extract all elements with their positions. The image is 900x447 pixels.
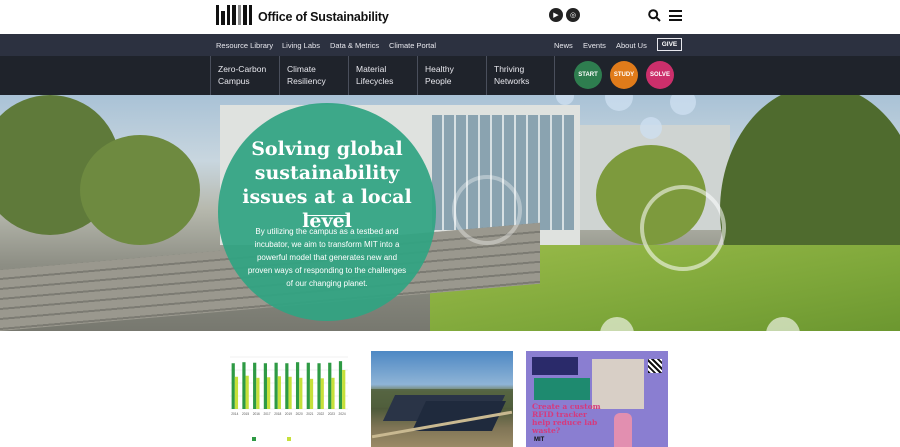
chart-tick-label: 2022 — [317, 412, 324, 416]
chart-bar — [274, 362, 278, 409]
chart-bar — [245, 375, 249, 409]
theme-zero-carbon-campus[interactable]: Zero-Carbon Campus — [210, 56, 279, 95]
search-icon[interactable] — [648, 9, 661, 22]
chart-bar — [263, 363, 268, 409]
chart-bar — [299, 377, 303, 409]
mit-footer-logo: MIT — [534, 437, 545, 443]
qr-code — [648, 359, 662, 373]
chart-bar — [309, 378, 314, 409]
theme-material-lifecycles[interactable]: Material Lifecycles — [348, 56, 417, 95]
chart-tick-label: 2014 — [231, 412, 238, 416]
chart-tick-label: 2020 — [296, 412, 303, 416]
theme-thriving-networks[interactable]: Thriving Networks — [486, 56, 555, 95]
nav-living-labs[interactable]: Living Labs — [282, 41, 320, 50]
emissions-bar-chart: 2014 2015 2016 2017 2018 2019 2020 2021 2022 2023… — [230, 356, 348, 416]
theme-label: Lifecycles — [356, 76, 394, 86]
study-button[interactable]: STUDY — [610, 61, 638, 89]
promo-header — [532, 357, 578, 375]
site-title: Office of Sustainability — [258, 10, 389, 24]
chart-tick-label: 2017 — [263, 412, 270, 416]
hero-message-circle: Solving global sustainability issues at … — [218, 103, 436, 321]
nav-climate-portal[interactable]: Climate Portal — [389, 41, 436, 50]
chart-bar — [320, 378, 324, 409]
chart-legend — [252, 437, 292, 442]
theme-healthy-people[interactable]: Healthy People — [417, 56, 486, 95]
tree — [80, 135, 200, 245]
theme-label: Material — [356, 64, 387, 74]
chart-tick-label: 2024 — [339, 412, 346, 416]
theme-label: Resiliency — [287, 76, 326, 86]
theme-nav: Zero-Carbon Campus Climate Resiliency Ma… — [0, 56, 900, 95]
logo-link[interactable]: Office of Sustainability — [216, 5, 389, 25]
theme-label: Climate — [287, 64, 316, 74]
decorative-dot — [640, 117, 662, 139]
theme-label: Healthy — [425, 64, 454, 74]
decorative-ring — [452, 175, 522, 245]
chart-bar — [242, 362, 246, 409]
decorative-dot — [605, 95, 633, 111]
promo-banner — [534, 378, 590, 400]
solar-farm-card[interactable] — [371, 351, 513, 447]
chart-bar — [306, 362, 310, 409]
chart-bar — [267, 377, 271, 409]
give-button[interactable]: GIVE — [657, 38, 682, 51]
legend-swatch-2 — [287, 437, 292, 441]
decorative-dot — [556, 95, 574, 105]
chart-bar — [288, 376, 292, 409]
solve-button[interactable]: SOLVE — [646, 61, 674, 89]
instagram-icon[interactable]: ◎ — [566, 8, 580, 22]
decorative-ring — [640, 185, 726, 271]
start-button[interactable]: START — [574, 61, 602, 89]
decorative-dot — [670, 95, 696, 115]
chart-bar — [285, 363, 289, 409]
top-nav: Resource Library Living Labs Data & Metr… — [0, 34, 900, 56]
chart-tick-label: 2023 — [328, 412, 335, 416]
feature-cards: 2014 2015 2016 2017 2018 2019 2020 2021 2022 2023… — [0, 331, 900, 447]
theme-label: Zero-Carbon — [218, 64, 267, 74]
chart-tick-label: 2015 — [242, 412, 249, 416]
chart-tick-label: 2016 — [253, 412, 260, 416]
emissions-chart-card[interactable]: 2014 2015 2016 2017 2018 2019 2020 2021 2022 2023… — [214, 351, 356, 447]
nav-events[interactable]: Events — [583, 41, 606, 50]
nav-news[interactable]: News — [554, 41, 573, 50]
chart-bar — [331, 377, 335, 409]
promo-title: Create a custom RFID tracker help reduce… — [532, 402, 601, 435]
theme-label: Campus — [218, 76, 250, 86]
theme-label: Networks — [494, 76, 530, 86]
hero-description: By utilizing the campus as a testbed and… — [247, 227, 407, 288]
mit-logo — [216, 5, 252, 25]
menu-icon[interactable] — [669, 10, 682, 21]
hero-title: Solving global sustainability issues at … — [242, 138, 412, 232]
chart-bar — [328, 362, 332, 409]
chart-bar — [338, 361, 343, 409]
nav-about-us[interactable]: About Us — [616, 41, 647, 50]
chart-bar — [277, 376, 281, 409]
person-figure — [614, 413, 632, 447]
chart-bar — [234, 376, 239, 409]
theme-label: Thriving — [494, 64, 525, 74]
chart-tick-label: 2021 — [306, 412, 313, 416]
youtube-icon[interactable]: ▶ — [549, 8, 563, 22]
chart-bar — [256, 377, 260, 409]
nav-data-metrics[interactable]: Data & Metrics — [330, 41, 379, 50]
rfid-tracker-card[interactable]: Create a custom RFID tracker help reduce… — [526, 351, 668, 447]
theme-label: People — [425, 76, 452, 86]
chart-bar — [253, 362, 257, 409]
chart-tick-label: 2019 — [285, 412, 292, 416]
chart-tick-label: 2018 — [274, 412, 281, 416]
chart-bar — [295, 362, 300, 409]
hero-divider — [304, 215, 350, 216]
chart-bar — [317, 363, 321, 409]
chart-bar — [342, 370, 346, 409]
chart-bar — [231, 363, 235, 409]
hero-image — [0, 95, 900, 331]
site-header: Office of Sustainability ▶ ◎ — [0, 0, 900, 34]
nav-resource-library[interactable]: Resource Library — [216, 41, 273, 50]
theme-climate-resiliency[interactable]: Climate Resiliency — [279, 56, 348, 95]
legend-swatch-1 — [252, 437, 256, 441]
